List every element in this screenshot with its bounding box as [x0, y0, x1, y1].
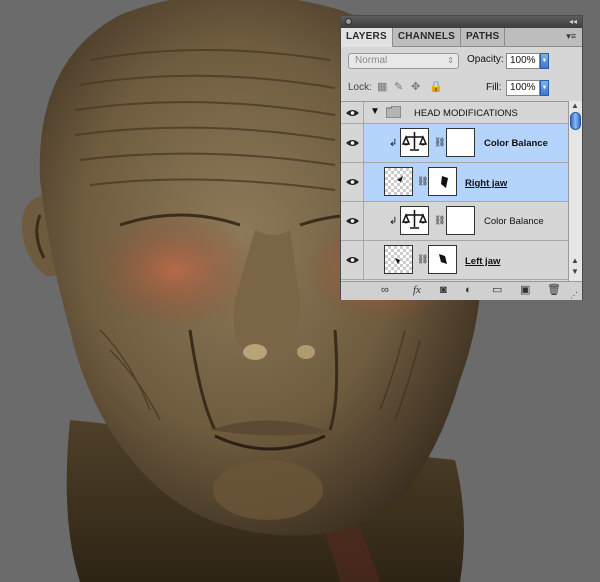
- layer-name: Left jaw: [465, 256, 501, 267]
- layer-name: Color Balance: [484, 216, 544, 227]
- visibility-toggle[interactable]: [341, 124, 364, 162]
- eye-icon: [346, 179, 359, 185]
- mask-link-icon[interactable]: ⛓: [434, 215, 445, 226]
- fx-icon[interactable]: fx: [413, 283, 421, 298]
- link-icon[interactable]: ∞: [381, 283, 389, 298]
- tab-layers[interactable]: LAYERS: [341, 28, 393, 47]
- opacity-label: Opacity:: [467, 54, 504, 65]
- mask-thumbnail[interactable]: [428, 245, 457, 274]
- folder-icon: [386, 106, 401, 118]
- adjustment-icon[interactable]: ◐: [465, 283, 472, 298]
- close-icon[interactable]: [345, 18, 352, 25]
- group-folder-icon[interactable]: ▭: [492, 283, 502, 298]
- fill-field[interactable]: 100%: [506, 80, 540, 96]
- balance-scale-icon: [401, 132, 428, 151]
- layer-row[interactable]: ▼ HEAD MODIFICATIONS: [341, 102, 568, 124]
- lock-all-icon[interactable]: 🔒: [429, 82, 443, 93]
- tab-paths[interactable]: PATHS: [461, 28, 506, 46]
- opacity-field[interactable]: 100%: [506, 53, 540, 69]
- group-expand-icon[interactable]: ▼: [370, 106, 380, 117]
- layer-thumbnail[interactable]: [384, 245, 413, 274]
- eye-icon: [346, 140, 359, 146]
- scroll-up-icon[interactable]: ▲: [571, 256, 579, 265]
- layer-row[interactable]: ⛓ Left jaw: [341, 241, 568, 280]
- panel-titlebar[interactable]: ◂◂: [341, 16, 582, 28]
- updown-arrows-icon: ⇕: [447, 56, 454, 65]
- mask-thumbnail[interactable]: [428, 167, 457, 196]
- layers-panel: ◂◂ LAYERS CHANNELS PATHS ▾≡ Normal ⇕ Opa…: [340, 15, 583, 300]
- scroll-up-icon[interactable]: ▲: [571, 101, 579, 110]
- clipping-arrow-icon: ↲: [389, 138, 398, 149]
- blend-row: Normal ⇕ Opacity: 100% ▼: [341, 52, 582, 74]
- eye-icon: [346, 110, 359, 116]
- tab-channels[interactable]: CHANNELS: [393, 28, 462, 46]
- panel-tabs: LAYERS CHANNELS PATHS ▾≡: [341, 28, 582, 47]
- layer-name: Color Balance: [484, 138, 548, 149]
- collapse-icon[interactable]: ◂◂: [569, 16, 577, 28]
- layer-row[interactable]: ⛓ Right jaw: [341, 163, 568, 202]
- layers-list: ▼ HEAD MODIFICATIONS ↲ ⛓ Color Balance ⛓…: [341, 101, 568, 282]
- mask-thumbnail[interactable]: [446, 128, 475, 157]
- fill-label: Fill:: [486, 82, 502, 93]
- visibility-toggle[interactable]: [341, 163, 364, 201]
- eye-icon: [346, 218, 359, 224]
- mask-thumbnail[interactable]: [446, 206, 475, 235]
- visibility-toggle[interactable]: [341, 102, 364, 123]
- layer-name: Right jaw: [465, 178, 508, 189]
- mask-link-icon[interactable]: ⛓: [434, 137, 445, 148]
- layers-footer: ∞ fx ◙ ◐ ▭ ▣ 🗑 ⋰: [341, 281, 582, 300]
- layer-thumbnail[interactable]: [384, 167, 413, 196]
- lock-position-icon[interactable]: ✥: [411, 82, 422, 93]
- opacity-dropdown-button[interactable]: ▼: [540, 53, 549, 69]
- visibility-toggle[interactable]: [341, 202, 364, 240]
- mask-link-icon[interactable]: ⛓: [417, 254, 428, 265]
- lock-image-icon[interactable]: ✎: [394, 82, 405, 93]
- fill-dropdown-button[interactable]: ▼: [540, 80, 549, 96]
- lock-row: Lock: ▦ ✎ ✥ 🔒 Fill: 100% ▼: [341, 78, 582, 100]
- layer-row[interactable]: ↲ ⛓ Color Balance: [341, 124, 568, 163]
- lock-transparent-icon[interactable]: ▦: [377, 82, 388, 93]
- panel-menu-icon[interactable]: ▾≡: [566, 31, 576, 42]
- blend-mode-value: Normal: [355, 55, 388, 66]
- mask-link-icon[interactable]: ⛓: [417, 176, 428, 187]
- layers-scrollbar[interactable]: ▲ ▲ ▼: [568, 101, 582, 281]
- scroll-thumb[interactable]: [570, 112, 581, 130]
- layer-row[interactable]: ↲ ⛓ Color Balance: [341, 202, 568, 241]
- visibility-toggle[interactable]: [341, 241, 364, 279]
- eye-icon: [346, 257, 359, 263]
- adjustment-thumbnail[interactable]: [400, 206, 429, 235]
- scroll-down-icon[interactable]: ▼: [571, 267, 579, 276]
- resize-grip-icon[interactable]: ⋰: [570, 288, 578, 303]
- trash-icon[interactable]: 🗑: [547, 283, 561, 298]
- mask-icon[interactable]: ◙: [440, 283, 447, 298]
- adjustment-thumbnail[interactable]: [400, 128, 429, 157]
- blend-mode-select[interactable]: Normal ⇕: [348, 53, 459, 69]
- balance-scale-icon: [401, 210, 428, 229]
- clipping-arrow-icon: ↲: [389, 216, 398, 227]
- lock-label: Lock:: [348, 82, 372, 93]
- new-layer-icon[interactable]: ▣: [520, 283, 530, 298]
- layer-name: HEAD MODIFICATIONS: [414, 108, 518, 119]
